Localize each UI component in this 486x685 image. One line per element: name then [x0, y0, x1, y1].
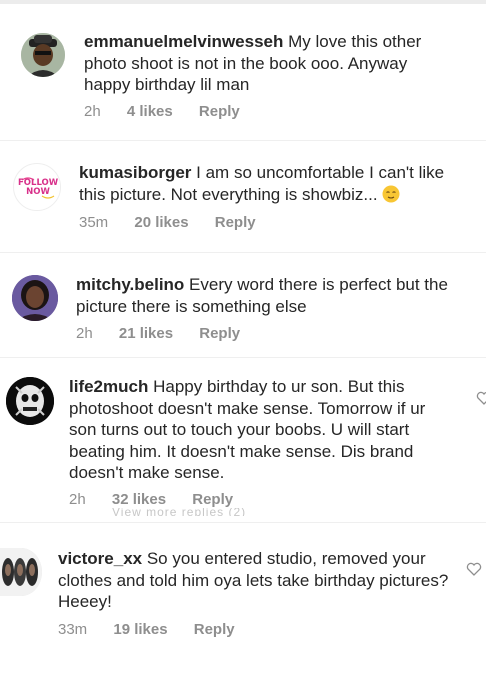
comment-text: kumasiborger I am so uncomfortable I can…: [79, 163, 445, 204]
comment-likes[interactable]: 32 likes: [112, 491, 166, 508]
avatar-woman-icon: [12, 275, 58, 321]
comment-meta: 2h 21 likes Reply: [76, 325, 262, 342]
comment-divider: [0, 522, 486, 523]
reply-button[interactable]: Reply: [192, 491, 233, 508]
avatar-man-hat-icon: [21, 33, 65, 77]
comment-likes[interactable]: 21 likes: [119, 325, 173, 342]
like-heart-icon[interactable]: [476, 390, 486, 406]
avatar[interactable]: FOLLOW NOW: [13, 163, 61, 211]
comment-username[interactable]: kumasiborger: [79, 163, 191, 182]
comment-time: 2h: [84, 103, 101, 120]
reply-button[interactable]: Reply: [194, 621, 235, 638]
comment-time: 2h: [69, 491, 86, 508]
comment-meta: 2h 32 likes Reply: [69, 491, 255, 508]
comment-likes[interactable]: 4 likes: [127, 103, 173, 120]
comment-username[interactable]: victore_xx: [58, 549, 142, 568]
view-more-replies-link[interactable]: View more replies (2): [112, 508, 246, 516]
comment-text: victore_xx So you entered studio, remove…: [58, 549, 449, 611]
reply-button[interactable]: Reply: [199, 325, 240, 342]
avatar-skull-art-icon: [6, 377, 54, 425]
comment-meta: 33m 19 likes Reply: [58, 621, 257, 638]
comment-username[interactable]: life2much: [69, 377, 148, 396]
comment-time: 33m: [58, 621, 88, 638]
avatar-badge-text: FOLLOW NOW: [18, 178, 59, 197]
comment-likes[interactable]: 20 likes: [134, 214, 188, 231]
comment-meta: 2h 4 likes Reply: [84, 103, 262, 120]
avatar[interactable]: [0, 548, 42, 596]
avatar[interactable]: [6, 377, 54, 425]
comment-text: emmanuelmelvinwesseh My love this other …: [84, 32, 422, 94]
comment-likes[interactable]: 19 likes: [113, 621, 167, 638]
comment-time: 35m: [79, 214, 109, 231]
avatar[interactable]: [21, 33, 65, 77]
comment-time: 2h: [76, 325, 93, 342]
relieved-face-emoji-icon: [382, 185, 400, 202]
comment-divider: [0, 357, 486, 358]
comment-username[interactable]: emmanuelmelvinwesseh: [84, 32, 283, 51]
comment-text: mitchy.belino Every word there is perfec…: [76, 275, 448, 316]
top-divider: [0, 0, 486, 4]
reply-button[interactable]: Reply: [199, 103, 240, 120]
comment-meta: 35m 20 likes Reply: [79, 214, 278, 231]
avatar[interactable]: [12, 275, 58, 321]
comment-text: life2much Happy birthday to ur son. But …: [69, 377, 426, 482]
avatar-faces-collage-icon: [0, 548, 42, 596]
reply-button[interactable]: Reply: [215, 214, 256, 231]
comment-divider: [0, 140, 486, 141]
comment-username[interactable]: mitchy.belino: [76, 275, 184, 294]
comment-divider: [0, 252, 486, 253]
like-heart-icon[interactable]: [466, 561, 482, 577]
